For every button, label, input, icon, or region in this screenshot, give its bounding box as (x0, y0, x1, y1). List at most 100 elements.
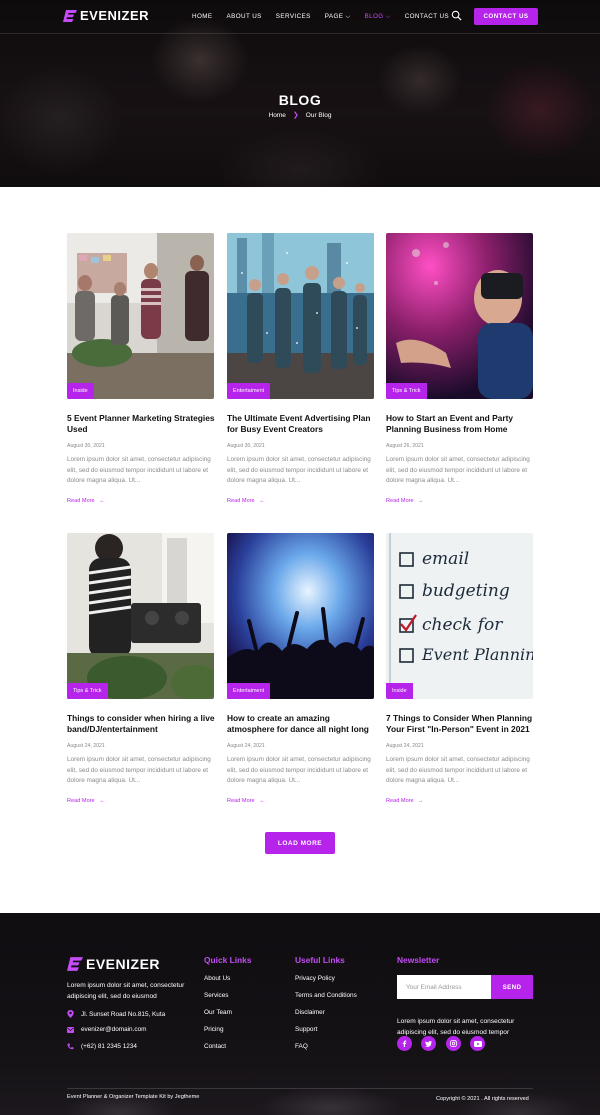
read-more-label: Read More (386, 798, 414, 804)
quick-link-services[interactable]: Services (204, 992, 229, 999)
category-badge[interactable]: Entertaiment (227, 383, 271, 399)
category-badge[interactable]: Inside (67, 383, 94, 399)
arrow-right-icon: → (98, 498, 105, 504)
useful-link-support[interactable]: Support (295, 1026, 317, 1033)
useful-link-terms[interactable]: Terms and Conditions (295, 992, 357, 999)
load-more-button[interactable]: LOAD MORE (265, 832, 335, 854)
arrow-right-icon: → (417, 798, 424, 804)
post-image[interactable]: Entertaiment (227, 533, 374, 699)
facebook-icon[interactable] (397, 1036, 412, 1051)
category-badge[interactable]: Tips & Trick (386, 383, 427, 399)
footer-about-text: Lorem ipsum dolor sit amet, consectetur … (67, 982, 185, 1000)
quick-link-contact[interactable]: Contact (204, 1043, 226, 1050)
footer-copyright: Copyright © 2021 . All rights reserved (436, 1096, 529, 1102)
quick-link-about-us[interactable]: About Us (204, 975, 230, 982)
quick-links-heading: Quick Links (204, 955, 252, 965)
useful-links-heading: Useful Links (295, 955, 345, 965)
post-image[interactable]: Entertaiment (227, 233, 374, 399)
footer-address: Jl. Sunset Road No.815, Kuta (67, 1010, 165, 1018)
contact-us-button[interactable]: CONTACT US (474, 8, 538, 25)
read-more-link[interactable]: Read More → (386, 798, 423, 804)
post-title[interactable]: 7 Things to Consider When Planning Your … (386, 713, 536, 735)
map-pin-icon (67, 1010, 74, 1018)
nav-about-us[interactable]: ABOUT US (227, 13, 262, 21)
phone-text: (+62) 81 2345 1234 (81, 1043, 137, 1050)
nav-page-label: PAGE (324, 13, 344, 20)
chevron-down-icon: ⌵ (385, 14, 391, 20)
twitter-icon[interactable] (421, 1036, 436, 1051)
footer-brand-logo[interactable]: EVENIZER (67, 956, 160, 972)
read-more-link[interactable]: Read More → (386, 498, 423, 504)
nav-page[interactable]: PAGE ⌵ (325, 13, 351, 21)
instagram-icon[interactable] (446, 1036, 461, 1051)
newsletter-send-button[interactable]: SEND (491, 975, 533, 999)
post-date: August 26, 2021 (386, 443, 424, 449)
chevron-right-icon: ❯ (292, 112, 299, 119)
post-title[interactable]: Things to consider when hiring a live ba… (67, 713, 217, 735)
footer-email[interactable]: evenizer@domain.com (67, 1026, 146, 1033)
useful-link-privacy-policy[interactable]: Privacy Policy (295, 975, 335, 982)
top-navigation: EVENIZER HOME ABOUT US SERVICES PAGE ⌵ B… (0, 0, 600, 34)
nav-blog[interactable]: BLOG ⌵ (364, 13, 390, 21)
post-image[interactable]: email budgeting check for Event Planning… (386, 533, 533, 699)
brand-logo[interactable]: EVENIZER (63, 8, 149, 23)
nav-menu: HOME ABOUT US SERVICES PAGE ⌵ BLOG ⌵ CON… (192, 13, 463, 21)
nav-home[interactable]: HOME (192, 13, 213, 21)
arrow-right-icon: → (258, 798, 265, 804)
post-title[interactable]: The Ultimate Event Advertising Plan for … (227, 413, 377, 435)
brand-name: EVENIZER (80, 8, 150, 23)
useful-link-disclaimer[interactable]: Disclaimer (295, 1009, 325, 1016)
chevron-down-icon: ⌵ (345, 14, 351, 20)
breadcrumb-home[interactable]: Home (269, 112, 286, 119)
nav-services[interactable]: SERVICES (276, 13, 311, 21)
quick-link-our-team[interactable]: Our Team (204, 1009, 232, 1016)
post-image[interactable]: Tips & Trick (67, 533, 214, 699)
read-more-label: Read More (227, 798, 255, 804)
nav-contact-us[interactable]: CONTACT US (405, 13, 449, 21)
checklist-item: check for (422, 615, 503, 635)
read-more-label: Read More (67, 798, 95, 804)
category-badge[interactable]: Tips & Trick (67, 683, 108, 699)
post-date: August 24, 2021 (386, 743, 424, 749)
email-text: evenizer@domain.com (81, 1026, 147, 1033)
phone-icon (67, 1043, 74, 1050)
search-icon[interactable] (451, 10, 462, 21)
read-more-label: Read More (67, 498, 95, 504)
post-date: August 30, 2021 (227, 443, 265, 449)
post-excerpt: Lorem ipsum dolor sit amet, consectetur … (386, 456, 530, 484)
post-image[interactable]: Inside (67, 233, 214, 399)
read-more-link[interactable]: Read More → (67, 498, 104, 504)
post-date: August 30, 2021 (67, 443, 105, 449)
footer-brand-name: EVENIZER (86, 956, 161, 972)
arrow-right-icon: → (417, 498, 424, 504)
quick-link-pricing[interactable]: Pricing (204, 1026, 224, 1033)
address-text: Jl. Sunset Road No.815, Kuta (81, 1010, 166, 1018)
useful-link-faq[interactable]: FAQ (295, 1043, 308, 1050)
post-title[interactable]: How to Start an Event and Party Planning… (386, 413, 536, 435)
youtube-icon[interactable] (470, 1036, 485, 1051)
newsletter-email-input[interactable]: Your Email Address (397, 975, 491, 999)
category-badge[interactable]: Inside (386, 683, 413, 699)
read-more-label: Read More (386, 498, 414, 504)
post-title[interactable]: 5 Event Planner Marketing Strategies Use… (67, 413, 217, 435)
post-excerpt: Lorem ipsum dolor sit amet, consectetur … (67, 756, 211, 784)
post-title[interactable]: How to create an amazing atmosphere for … (227, 713, 377, 735)
category-badge[interactable]: Entertaiment (227, 683, 271, 699)
checklist-item: budgeting (422, 581, 510, 601)
footer-divider (67, 1088, 533, 1089)
post-image[interactable]: Tips & Trick (386, 233, 533, 399)
read-more-link[interactable]: Read More → (227, 798, 264, 804)
site-footer: EVENIZER Lorem ipsum dolor sit amet, con… (0, 913, 600, 1115)
post-excerpt: Lorem ipsum dolor sit amet, consectetur … (227, 756, 371, 784)
page-title: BLOG (278, 92, 322, 108)
checklist-item: email (422, 549, 470, 569)
mail-icon (67, 1026, 74, 1033)
footer-phone[interactable]: (+62) 81 2345 1234 (67, 1043, 137, 1050)
read-more-link[interactable]: Read More → (227, 498, 264, 504)
hero-banner: EVENIZER HOME ABOUT US SERVICES PAGE ⌵ B… (0, 0, 600, 187)
post-excerpt: Lorem ipsum dolor sit amet, consectetur … (67, 456, 211, 484)
read-more-link[interactable]: Read More → (67, 798, 104, 804)
post-excerpt: Lorem ipsum dolor sit amet, consectetur … (227, 456, 371, 484)
breadcrumb: Home ❯ Our Blog (0, 111, 600, 119)
post-date: August 24, 2021 (67, 743, 105, 749)
